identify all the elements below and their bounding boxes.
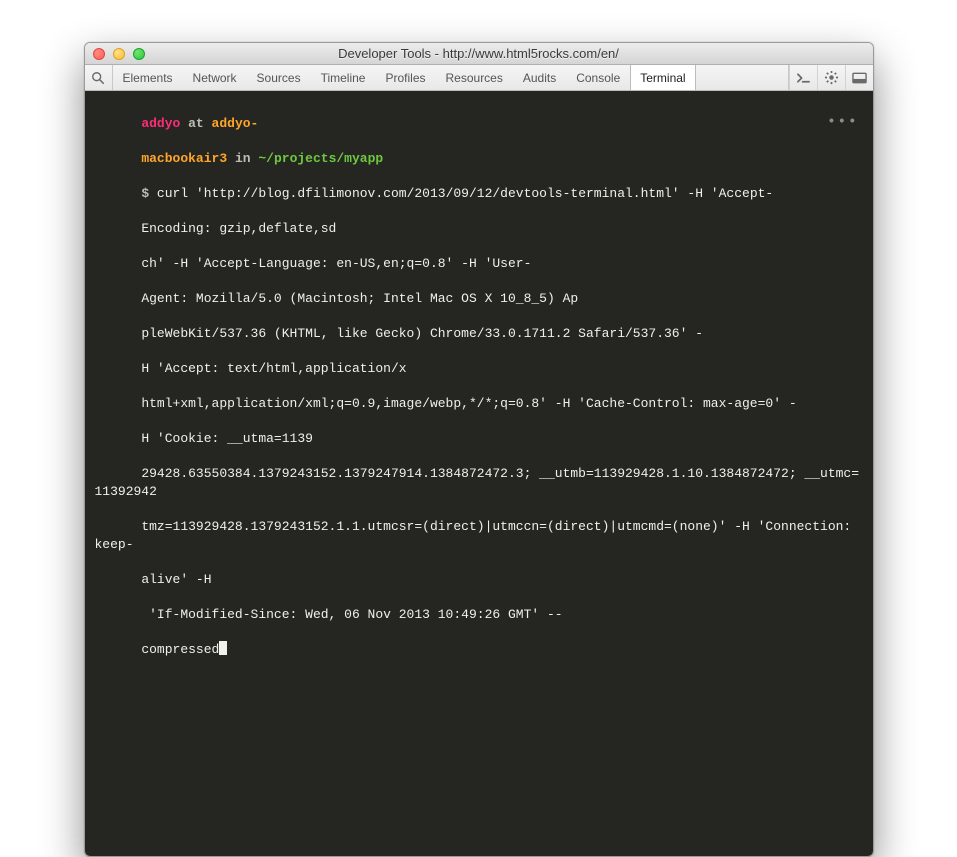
gear-icon[interactable] [817,65,845,90]
tab-label: Audits [523,71,556,85]
terminal-line: pleWebKit/537.36 (KHTML, like Gecko) Chr… [141,326,703,341]
terminal-line: curl 'http://blog.dfilimonov.com/2013/09… [157,186,773,201]
tab-label: Network [193,71,237,85]
tab-profiles[interactable]: Profiles [375,65,435,90]
prompt-at: at [180,116,211,131]
devtools-window: Developer Tools - http://www.html5rocks.… [84,42,874,857]
tab-label: Console [576,71,620,85]
prompt-host2: macbookair3 [141,151,227,166]
prompt-user: addyo [141,116,180,131]
terminal-pane[interactable]: ••• addyo at addyo- macbookair3 in ~/pro… [85,91,873,856]
console-toggle-icon[interactable] [789,65,817,90]
dock-icon[interactable] [845,65,873,90]
terminal-line: alive' -H [141,572,211,587]
prompt-path: ~/projects/myapp [258,151,383,166]
prompt-host: addyo- [212,116,259,131]
prompt-in: in [227,151,258,166]
tab-timeline[interactable]: Timeline [311,65,376,90]
tab-elements[interactable]: Elements [113,65,183,90]
devtools-tabs: Elements Network Sources Timeline Profil… [113,65,789,90]
terminal-line: html+xml,application/xml;q=0.9,image/web… [141,396,796,411]
terminal-line: 'If-Modified-Since: Wed, 06 Nov 2013 10:… [141,607,562,622]
devtools-toolbar: Elements Network Sources Timeline Profil… [85,65,873,91]
zoom-icon[interactable] [133,48,145,60]
terminal-line: Agent: Mozilla/5.0 (Macintosh; Intel Mac… [141,291,578,306]
tab-console[interactable]: Console [566,65,630,90]
close-icon[interactable] [93,48,105,60]
traffic-lights [93,48,145,60]
minimize-icon[interactable] [113,48,125,60]
tab-audits[interactable]: Audits [513,65,566,90]
ellipsis-icon[interactable]: ••• [827,113,858,132]
toolbar-right [789,65,873,90]
tab-label: Terminal [640,71,685,85]
tab-label: Sources [257,71,301,85]
search-icon[interactable] [85,65,113,90]
tab-sources[interactable]: Sources [247,65,311,90]
terminal-line: H 'Cookie: __utma=1139 [141,431,313,446]
terminal-line: H 'Accept: text/html,application/x [141,361,406,376]
tab-label: Timeline [321,71,366,85]
terminal-output: addyo at addyo- macbookair3 in ~/project… [95,97,863,676]
terminal-line: Encoding: gzip,deflate,sd [141,221,336,236]
tab-resources[interactable]: Resources [436,65,513,90]
tab-label: Resources [446,71,503,85]
tab-network[interactable]: Network [183,65,247,90]
titlebar: Developer Tools - http://www.html5rocks.… [85,43,873,65]
terminal-line: 29428.63550384.1379243152.1379247914.138… [95,466,860,499]
window-title: Developer Tools - http://www.html5rocks.… [85,46,873,61]
tab-terminal[interactable]: Terminal [630,65,695,90]
terminal-line: tmz=113929428.1379243152.1.1.utmcsr=(dir… [95,519,860,552]
tab-label: Elements [123,71,173,85]
terminal-line: compressed [141,642,219,657]
prompt-symbol: $ [141,186,157,201]
terminal-line: ch' -H 'Accept-Language: en-US,en;q=0.8'… [141,256,531,271]
cursor-icon [219,641,227,655]
tab-label: Profiles [385,71,425,85]
